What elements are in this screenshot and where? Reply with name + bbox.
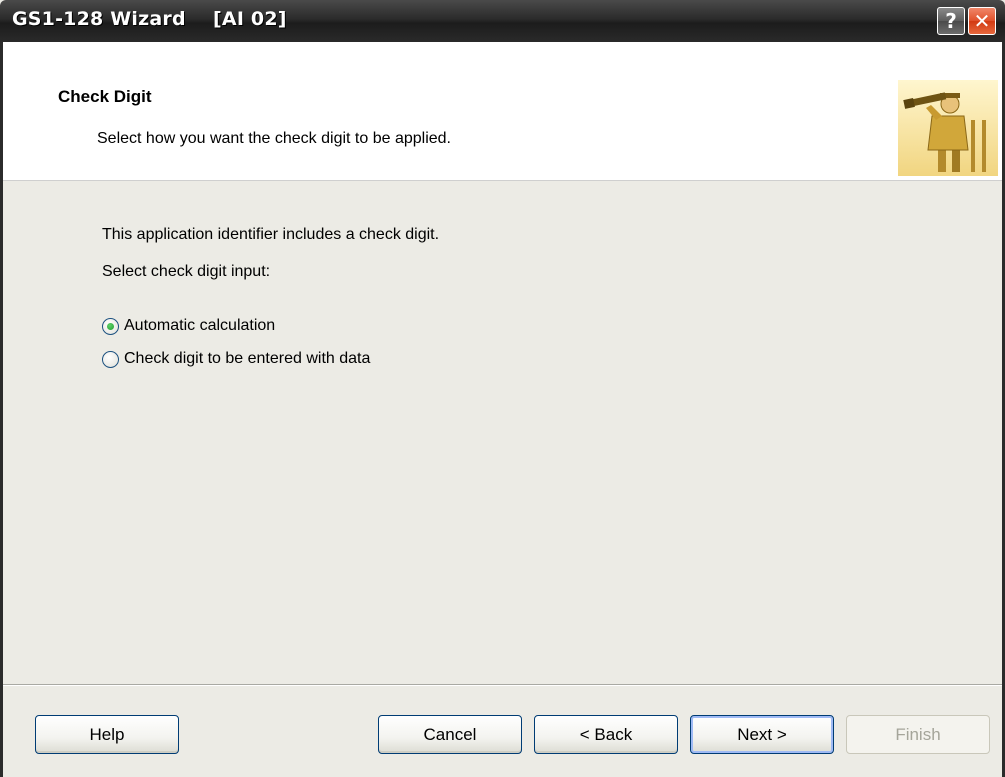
radio-label: Automatic calculation [124,317,276,334]
radio-label: Check digit to be entered with data [124,350,371,367]
back-button[interactable]: < Back [534,715,678,754]
help-icon[interactable]: ? [937,7,965,35]
cancel-button[interactable]: Cancel [378,715,522,754]
radio-automatic-calculation[interactable]: Automatic calculation [102,315,275,337]
radio-unselected-icon[interactable] [102,350,119,368]
title-bar: GS1-128 Wizard [AI 02] ? ✕ [0,0,1005,42]
wizard-window: GS1-128 Wizard [AI 02] ? ✕ Check Digit S… [0,0,1005,777]
close-icon[interactable]: ✕ [968,7,996,35]
finish-button[interactable]: Finish [846,715,990,754]
help-button[interactable]: Help [35,715,179,754]
info-text: This application identifier includes a c… [102,226,440,243]
wizard-header: Check Digit Select how you want the chec… [3,42,1002,181]
check-digit-input-label: Select check digit input: [102,263,271,280]
window-title: GS1-128 Wizard [AI 02] [12,8,287,30]
radio-dot-icon [107,322,114,330]
next-button[interactable]: Next > [690,715,834,754]
radio-entered-with-data[interactable]: Check digit to be entered with data [102,348,370,370]
page-title: Check Digit [58,87,152,106]
telescope-man-icon [898,80,998,176]
page-subtitle: Select how you want the check digit to b… [97,130,451,147]
radio-selected-icon[interactable] [102,317,119,335]
wizard-footer: Help Cancel < Back Next > Finish [3,686,1002,777]
wizard-content: This application identifier includes a c… [3,181,1002,684]
